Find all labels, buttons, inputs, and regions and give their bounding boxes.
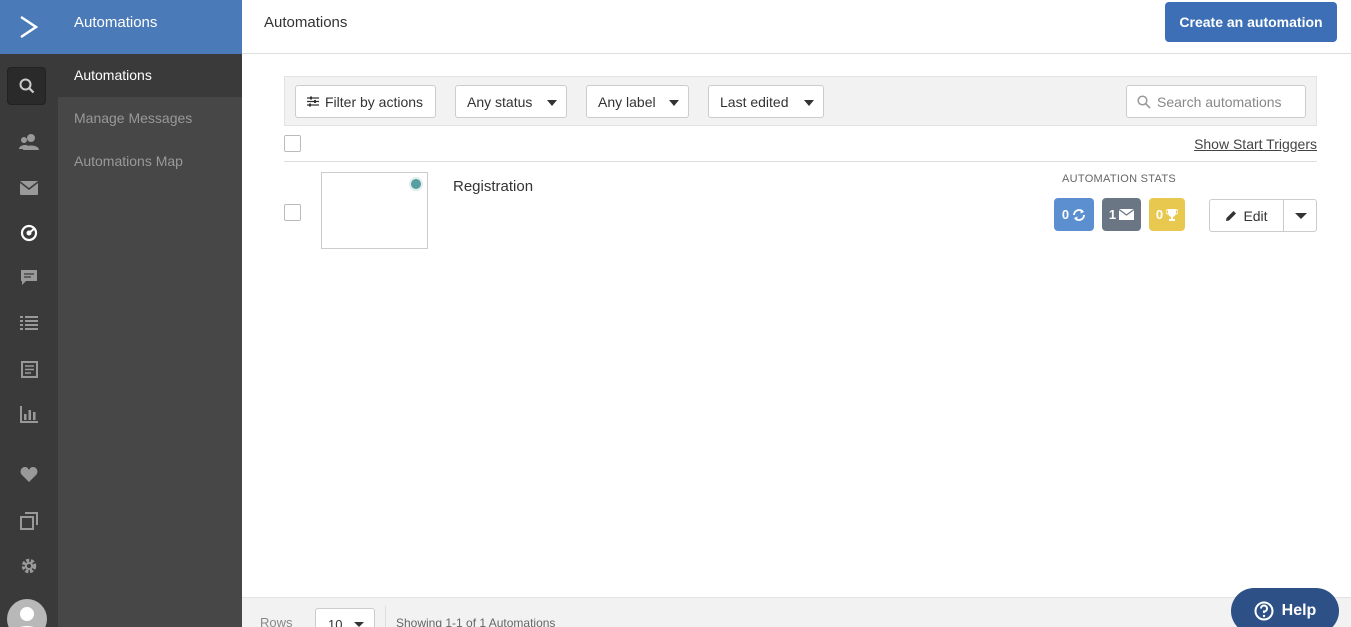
sort-dropdown[interactable]: Last edited xyxy=(708,85,824,118)
contacts-nav[interactable] xyxy=(0,128,58,156)
contacts-icon xyxy=(19,134,39,150)
filter-by-actions-button[interactable]: Filter by actions xyxy=(295,85,436,118)
reports-nav[interactable] xyxy=(0,400,58,428)
page-title: Automations xyxy=(264,14,348,31)
caret-down-icon xyxy=(1295,213,1307,219)
search-box[interactable] xyxy=(1126,85,1306,118)
envelope-icon xyxy=(1119,209,1135,220)
avatar[interactable] xyxy=(7,599,47,627)
question-circle-icon xyxy=(1254,601,1274,621)
chevron-right-icon xyxy=(20,15,39,39)
list-divider xyxy=(284,161,1317,162)
lists-nav[interactable] xyxy=(0,309,58,337)
search-input[interactable] xyxy=(1157,93,1297,110)
sidebar-item-automations[interactable]: Automations xyxy=(58,54,242,97)
stat-value: 0 xyxy=(1061,207,1070,222)
heart-icon xyxy=(20,467,38,482)
label-dropdown-label: Any label xyxy=(598,93,656,110)
edit-label: Edit xyxy=(1243,207,1268,224)
status-dropdown-label: Any status xyxy=(467,93,533,110)
rows-per-page-select[interactable]: 10 xyxy=(315,608,375,627)
search-icon xyxy=(1137,94,1151,109)
filter-by-actions-label: Filter by actions xyxy=(325,93,424,110)
campaigns-nav[interactable] xyxy=(0,174,58,202)
settings-nav[interactable] xyxy=(0,552,58,580)
rows-label: Rows xyxy=(260,615,293,627)
caret-down-icon xyxy=(804,100,814,106)
forms-icon xyxy=(20,360,38,378)
edit-button[interactable]: Edit xyxy=(1209,199,1284,232)
sidebar-section-title: Automations xyxy=(58,0,242,54)
automations-nav[interactable] xyxy=(0,219,58,247)
sidebar-item-manage-messages[interactable]: Manage Messages xyxy=(58,97,242,140)
sliders-icon xyxy=(307,96,319,107)
automation-thumbnail[interactable] xyxy=(321,172,428,249)
search-icon xyxy=(19,78,34,94)
footer-divider xyxy=(385,606,386,627)
showing-count: Showing 1-1 of 1 Automations xyxy=(396,616,556,627)
stat-active-contacts[interactable]: 0 xyxy=(1054,198,1094,231)
forms-nav[interactable] xyxy=(0,355,58,383)
gear-icon xyxy=(21,558,37,574)
caret-down-icon xyxy=(669,100,679,106)
status-indicator xyxy=(409,177,423,191)
edit-options-dropdown[interactable] xyxy=(1283,199,1317,232)
label-dropdown[interactable]: Any label xyxy=(586,85,689,118)
pages-icon xyxy=(20,512,38,530)
search-button[interactable] xyxy=(7,67,46,105)
help-label: Help xyxy=(1281,602,1317,619)
create-automation-button[interactable]: Create an automation xyxy=(1165,2,1337,42)
envelope-icon xyxy=(20,181,38,195)
stat-emails[interactable]: 1 xyxy=(1102,198,1141,231)
stat-value: 1 xyxy=(1108,207,1117,222)
app-logo[interactable] xyxy=(0,0,58,54)
sub-sidebar: Automations Automations Manage Messages … xyxy=(58,0,242,627)
icon-rail xyxy=(0,0,58,627)
conversations-nav[interactable] xyxy=(0,263,58,291)
list-icon xyxy=(20,316,38,330)
user-avatar-icon xyxy=(20,607,34,627)
automation-name[interactable]: Registration xyxy=(453,178,533,195)
chat-icon xyxy=(21,269,37,285)
refresh-icon xyxy=(1073,208,1086,221)
pages-nav[interactable] xyxy=(0,507,58,535)
rows-per-page-value: 10 xyxy=(328,617,343,627)
select-all-checkbox[interactable] xyxy=(284,135,301,152)
trophy-icon xyxy=(1166,208,1179,221)
automation-stats-label: AUTOMATION STATS xyxy=(1062,173,1176,185)
favorites-nav[interactable] xyxy=(0,461,58,489)
top-bar: Automations Create an automation xyxy=(242,0,1351,54)
stat-value: 0 xyxy=(1155,207,1164,222)
pencil-icon xyxy=(1226,210,1237,221)
caret-down-icon xyxy=(547,100,557,106)
stat-goals[interactable]: 0 xyxy=(1149,198,1185,231)
caret-down-icon xyxy=(354,622,364,627)
bar-chart-icon xyxy=(20,405,38,423)
sort-dropdown-label: Last edited xyxy=(720,93,789,110)
help-button[interactable]: Help xyxy=(1231,588,1339,627)
pagination-footer: Rows 10 Showing 1-1 of 1 Automations xyxy=(242,597,1351,627)
sidebar-item-automations-map[interactable]: Automations Map xyxy=(58,140,242,183)
row-checkbox[interactable] xyxy=(284,204,301,221)
status-dropdown[interactable]: Any status xyxy=(455,85,567,118)
filter-bar: Filter by actions Any status Any label L… xyxy=(284,76,1317,126)
show-start-triggers-link[interactable]: Show Start Triggers xyxy=(1194,136,1317,152)
automations-icon xyxy=(20,224,38,242)
